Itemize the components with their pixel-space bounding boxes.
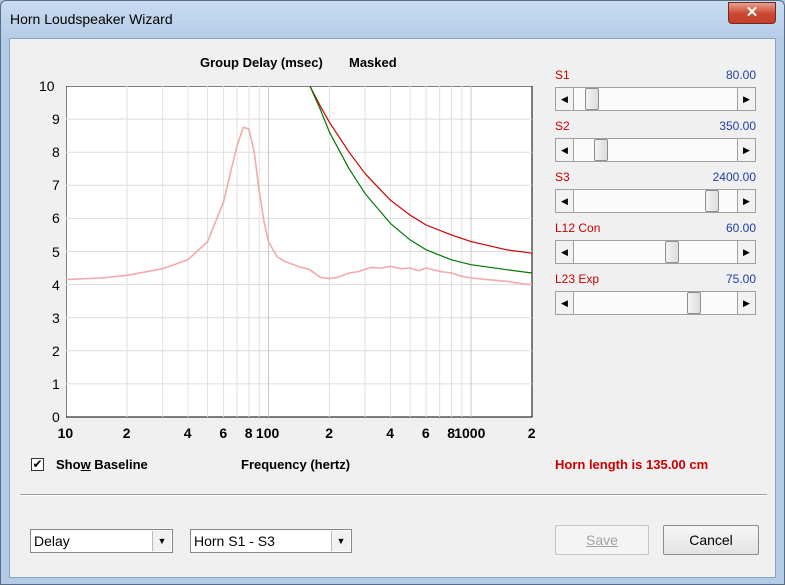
close-button[interactable]: ✕	[728, 2, 776, 24]
scrollbar-track[interactable]	[574, 241, 737, 263]
scrollbar-thumb[interactable]	[687, 292, 702, 314]
scroll-left-arrow-icon[interactable]: ◀	[556, 139, 574, 161]
close-icon: ✕	[745, 4, 759, 21]
save-button-label: Save	[586, 532, 618, 548]
show-baseline-label-key: w	[80, 457, 91, 472]
slider-label: S3	[555, 170, 570, 184]
scroll-right-arrow-icon[interactable]: ▶	[737, 190, 755, 212]
scroll-right-arrow-icon[interactable]: ▶	[737, 241, 755, 263]
window-title: Horn Loudspeaker Wizard	[10, 11, 173, 27]
chart-mode: Masked	[349, 55, 397, 70]
view-select[interactable]: Delay ▼	[30, 529, 173, 553]
y-tick-label: 1	[52, 375, 60, 392]
range-select[interactable]: Horn S1 - S3 ▼	[190, 529, 352, 553]
slider-value: 80.00	[725, 68, 756, 82]
slider-value: 60.00	[725, 221, 756, 235]
slider-value: 75.00	[725, 272, 756, 286]
scroll-left-arrow-icon[interactable]: ◀	[556, 241, 574, 263]
y-tick-label: 9	[52, 111, 60, 128]
scroll-left-arrow-icon[interactable]: ◀	[556, 88, 574, 110]
scroll-right-arrow-icon[interactable]: ▶	[737, 139, 755, 161]
group-delay-plot	[66, 86, 533, 418]
y-tick-label: 4	[52, 276, 60, 293]
x-tick-label: 6	[421, 425, 430, 441]
y-tick-label: 8	[52, 144, 60, 161]
chart-title: Group Delay (msec)	[200, 55, 323, 70]
x-tick-label: 1000	[454, 425, 486, 441]
x-tick-label: 6	[219, 425, 228, 441]
scroll-right-arrow-icon[interactable]: ▶	[737, 292, 755, 314]
range-select-value: Horn S1 - S3	[194, 533, 275, 549]
scrollbar-thumb[interactable]	[584, 88, 599, 110]
chevron-down-icon[interactable]: ▼	[331, 531, 350, 551]
wizard-window: Horn Loudspeaker Wizard ✕ Group Delay (m…	[0, 0, 785, 585]
show-baseline-label[interactable]: Show Baseline	[56, 457, 148, 472]
x-tick-label: 2	[122, 425, 131, 441]
y-tick-label: 7	[52, 177, 60, 194]
scrollbar-thumb[interactable]	[593, 139, 608, 161]
y-tick-label: 5	[52, 243, 60, 260]
cancel-button[interactable]: Cancel	[663, 525, 759, 555]
scrollbar-slider[interactable]: ◀ ▶	[555, 189, 756, 213]
title-bar: Horn Loudspeaker Wizard ✕	[1, 1, 784, 37]
x-tick-label: 4	[386, 425, 395, 441]
y-tick-label: 0	[52, 409, 60, 425]
scroll-left-arrow-icon[interactable]: ◀	[556, 190, 574, 212]
x-tick-label: 10	[57, 425, 74, 441]
x-tick-label: 100	[255, 425, 280, 441]
view-select-value: Delay	[34, 533, 70, 549]
slider-label: S2	[555, 119, 570, 133]
x-tick-label: 4	[183, 425, 192, 441]
y-tick-label: 10	[39, 78, 55, 94]
save-button[interactable]: Save	[555, 525, 649, 555]
y-tick-label: 6	[52, 210, 60, 227]
show-baseline-checkbox[interactable]: ✔	[31, 458, 44, 471]
scrollbar-thumb[interactable]	[664, 241, 679, 263]
x-tick-label: 2	[527, 425, 536, 441]
x-axis-title: Frequency (hertz)	[241, 457, 351, 472]
y-tick-label: 2	[52, 342, 60, 359]
show-baseline-label-a: Sho	[56, 457, 81, 472]
scroll-right-arrow-icon[interactable]: ▶	[737, 88, 755, 110]
scrollbar-slider[interactable]: ◀ ▶	[555, 87, 756, 111]
checkmark-icon: ✔	[32, 457, 43, 471]
separator-line	[20, 494, 767, 496]
x-tick-label: 2	[325, 425, 334, 441]
scrollbar-slider[interactable]: ◀ ▶	[555, 240, 756, 264]
scrollbar-thumb[interactable]	[705, 190, 720, 212]
chevron-down-icon[interactable]: ▼	[152, 531, 171, 551]
x-tick-label: 8	[244, 425, 253, 441]
y-tick-label: 3	[52, 309, 60, 326]
slider-label: S1	[555, 68, 570, 82]
slider-value: 2400.00	[712, 170, 756, 184]
scrollbar-slider[interactable]: ◀ ▶	[555, 138, 756, 162]
horn-length-text: Horn length is 135.00 cm	[555, 457, 709, 472]
show-baseline-label-b: Baseline	[90, 457, 148, 472]
scrollbar-slider[interactable]: ◀ ▶	[555, 291, 756, 315]
slider-label: L12 Con	[555, 221, 601, 235]
dialog-client-area: Group Delay (msec) Masked 0 1 2 3 4 5 6 7 8 9 10 1…	[9, 38, 776, 578]
scroll-left-arrow-icon[interactable]: ◀	[556, 292, 574, 314]
slider-label: L23 Exp	[555, 272, 600, 286]
slider-value: 350.00	[719, 119, 756, 133]
scrollbar-track[interactable]	[574, 292, 737, 314]
